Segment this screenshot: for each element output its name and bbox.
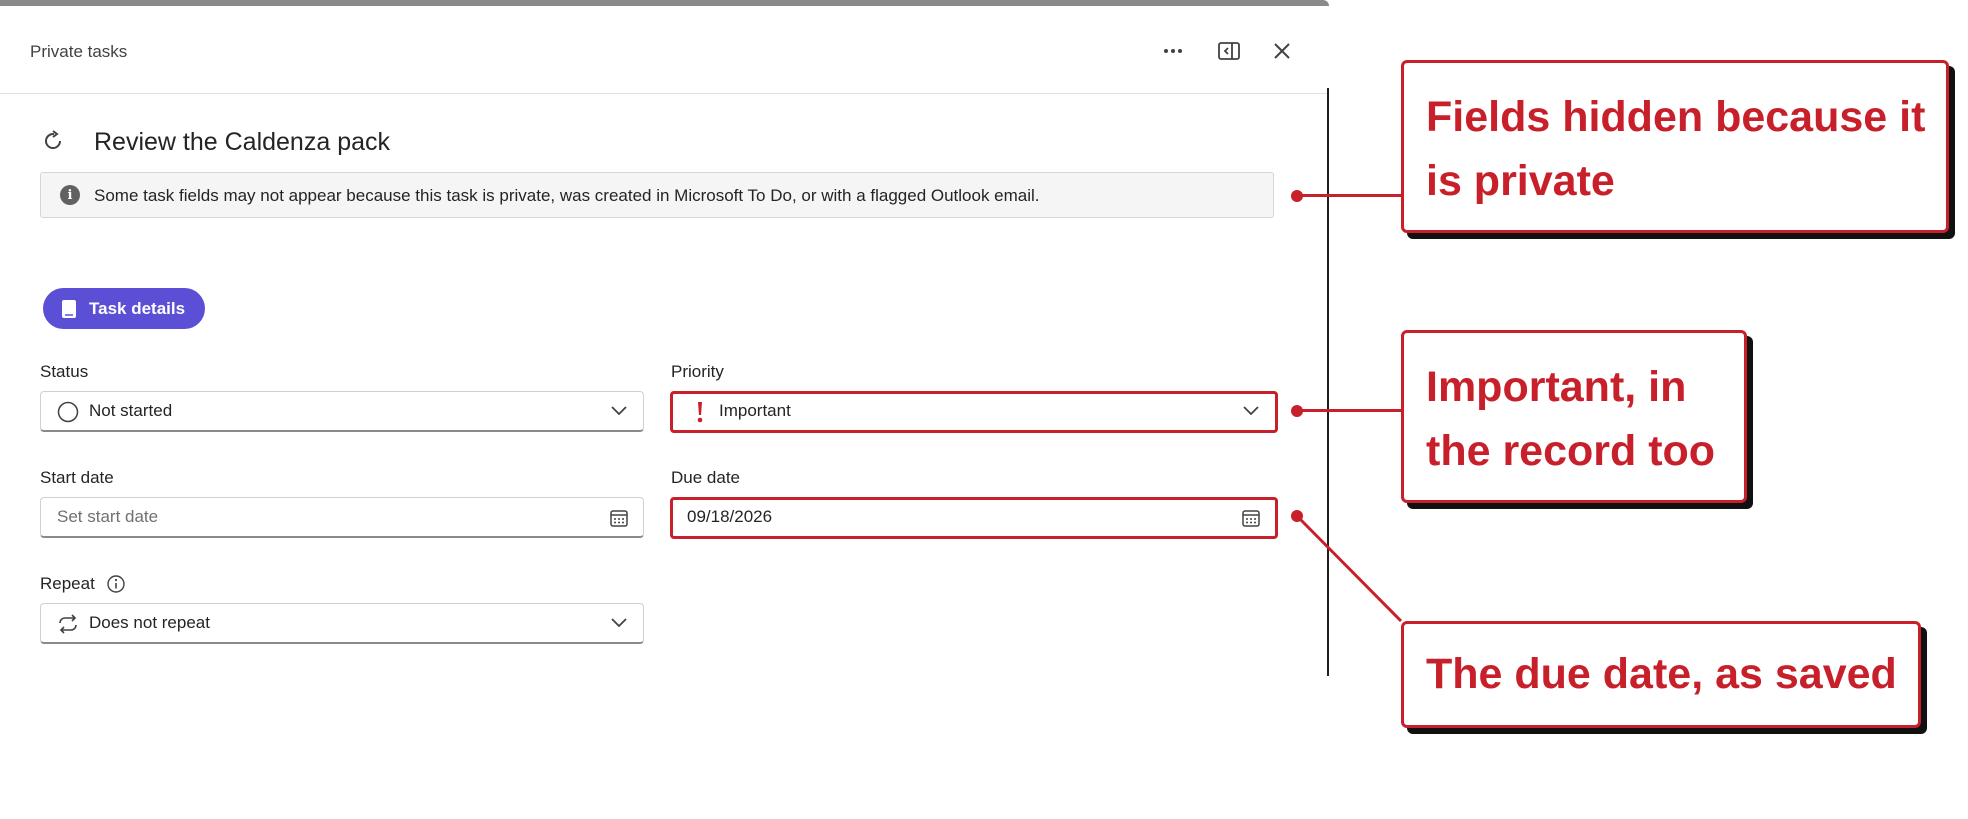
annotation-private: Fields hidden because it is private <box>1401 60 1949 233</box>
start-date-label: Start date <box>40 468 114 487</box>
tab-label: Task details <box>89 298 186 318</box>
annotation-connector <box>1297 194 1402 197</box>
status-dropdown[interactable]: Not started <box>40 391 644 432</box>
due-date-input[interactable]: 09/18/2026 <box>670 497 1278 539</box>
annotation-important: Important, in the record too <box>1401 330 1747 503</box>
status-circle-icon <box>57 401 79 423</box>
calendar-icon[interactable] <box>609 508 629 528</box>
dock-panel-icon[interactable] <box>1216 38 1242 64</box>
start-date-placeholder: Set start date <box>57 507 159 526</box>
notebook-icon <box>62 299 76 318</box>
priority-value: Important <box>719 401 791 420</box>
panel-header: Private tasks <box>0 6 1329 94</box>
refresh-icon[interactable] <box>40 128 66 154</box>
more-icon[interactable] <box>1160 38 1186 64</box>
close-icon[interactable] <box>1269 38 1295 64</box>
info-icon: i <box>60 185 80 205</box>
calendar-icon[interactable] <box>1241 508 1261 528</box>
annotation-important-text: Important, in the record too <box>1426 363 1716 475</box>
status-value: Not started <box>89 401 173 420</box>
task-title[interactable]: Review the Caldenza pack <box>94 128 390 157</box>
info-outline-icon[interactable] <box>106 574 126 594</box>
info-bar: i Some task fields may not appear becaus… <box>40 172 1274 218</box>
exclamation-icon <box>697 402 703 423</box>
annotation-private-text: Fields hidden because it is private <box>1426 93 1926 205</box>
repeat-value: Does not repeat <box>89 613 210 632</box>
repeat-icon <box>59 614 77 634</box>
due-date-value: 09/18/2026 <box>687 507 773 526</box>
annotation-diagonal-connector <box>1295 514 1403 623</box>
repeat-label: Repeat <box>40 574 95 593</box>
priority-dropdown[interactable]: Important <box>670 391 1278 433</box>
chevron-down-icon <box>611 618 627 628</box>
task-panel: Private tasks Review the Caldenza pack i… <box>0 6 1329 682</box>
due-date-label: Due date <box>671 468 740 487</box>
status-label: Status <box>40 362 89 381</box>
start-date-input[interactable]: Set start date <box>40 497 644 538</box>
priority-label: Priority <box>671 362 724 381</box>
info-text: Some task fields may not appear because … <box>94 186 1040 205</box>
repeat-dropdown[interactable]: Does not repeat <box>40 603 644 644</box>
annotation-due-text: The due date, as saved <box>1426 650 1897 698</box>
panel-title: Private tasks <box>30 42 128 61</box>
chevron-down-icon <box>611 406 627 416</box>
annotation-due: The due date, as saved <box>1401 621 1921 728</box>
annotation-connector <box>1297 409 1402 412</box>
chevron-down-icon <box>1243 406 1259 416</box>
tab-task-details[interactable]: Task details <box>43 288 205 329</box>
